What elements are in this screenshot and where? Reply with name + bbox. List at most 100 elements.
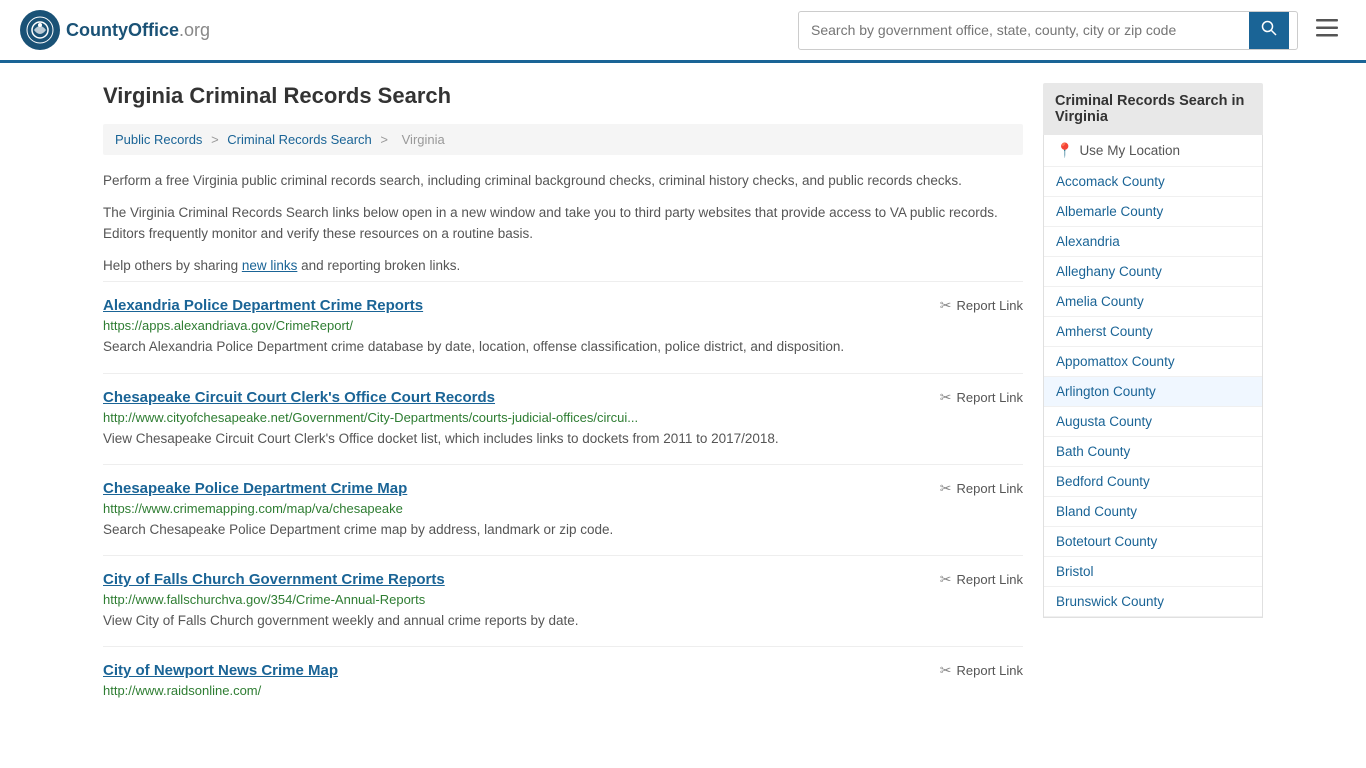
header-right [798,11,1346,50]
sidebar-item-bristol[interactable]: Bristol [1044,557,1262,587]
result-url-2[interactable]: https://www.crimemapping.com/map/va/ches… [103,501,1023,516]
report-link-2[interactable]: ✂ Report Link [940,480,1023,497]
menu-button[interactable] [1308,13,1346,47]
result-item: Alexandria Police Department Crime Repor… [103,281,1023,372]
content-area: Virginia Criminal Records Search Public … [103,83,1023,717]
sidebar-link-6[interactable]: Appomattox County [1056,354,1175,369]
search-button[interactable] [1249,12,1289,49]
new-links-link[interactable]: new links [242,258,298,273]
result-item: Chesapeake Police Department Crime Map ✂… [103,464,1023,555]
sidebar-item-arlington-county[interactable]: Arlington County [1044,377,1262,407]
sidebar-item-bath-county[interactable]: Bath County [1044,437,1262,467]
result-desc-2: Search Chesapeake Police Department crim… [103,520,1023,540]
breadcrumb-virginia: Virginia [402,132,445,147]
result-header-3: City of Falls Church Government Crime Re… [103,571,1023,588]
result-header-4: City of Newport News Crime Map ✂ Report … [103,662,1023,679]
result-item: City of Falls Church Government Crime Re… [103,555,1023,646]
breadcrumb-public-records[interactable]: Public Records [115,132,202,147]
logo-name: CountyOffice [66,20,179,40]
report-link-0[interactable]: ✂ Report Link [940,297,1023,314]
main-container: Virginia Criminal Records Search Public … [83,63,1283,737]
sidebar-item-appomattox-county[interactable]: Appomattox County [1044,347,1262,377]
sidebar-link-7[interactable]: Arlington County [1056,384,1156,399]
report-label-1: Report Link [957,390,1023,405]
site-header: CountyOffice.org [0,0,1366,63]
sidebar-list: 📍 Use My Location Accomack County Albemar… [1043,135,1263,618]
result-title-0[interactable]: Alexandria Police Department Crime Repor… [103,297,423,314]
result-title-4[interactable]: City of Newport News Crime Map [103,662,338,679]
logo-tld: .org [179,20,210,40]
desc3-prefix: Help others by sharing [103,258,242,273]
result-url-0[interactable]: https://apps.alexandriava.gov/CrimeRepor… [103,318,1023,333]
result-url-3[interactable]: http://www.fallschurchva.gov/354/Crime-A… [103,592,1023,607]
sidebar-items: Accomack County Albemarle County Alexandri… [1044,167,1262,617]
use-my-location[interactable]: 📍 Use My Location [1044,135,1262,167]
sidebar-link-3[interactable]: Alleghany County [1056,264,1162,279]
breadcrumb-criminal-records[interactable]: Criminal Records Search [227,132,372,147]
sidebar-link-11[interactable]: Bland County [1056,504,1137,519]
result-desc-0: Search Alexandria Police Department crim… [103,337,1023,357]
description-1: Perform a free Virginia public criminal … [103,170,1023,192]
sidebar-link-2[interactable]: Alexandria [1056,234,1120,249]
sidebar-link-9[interactable]: Bath County [1056,444,1130,459]
report-icon-3: ✂ [940,571,952,588]
result-header-0: Alexandria Police Department Crime Repor… [103,297,1023,314]
report-icon-0: ✂ [940,297,952,314]
search-bar [798,11,1298,50]
breadcrumb-sep-2: > [380,132,391,147]
result-header-2: Chesapeake Police Department Crime Map ✂… [103,480,1023,497]
result-url-1[interactable]: http://www.cityofchesapeake.net/Governme… [103,410,1023,425]
sidebar-item-alexandria[interactable]: Alexandria [1044,227,1262,257]
report-label-3: Report Link [957,572,1023,587]
sidebar-item-alleghany-county[interactable]: Alleghany County [1044,257,1262,287]
sidebar-link-12[interactable]: Botetourt County [1056,534,1157,549]
sidebar-item-albemarle-county[interactable]: Albemarle County [1044,197,1262,227]
result-title-2[interactable]: Chesapeake Police Department Crime Map [103,480,407,497]
sidebar-item-amherst-county[interactable]: Amherst County [1044,317,1262,347]
location-label: Use My Location [1079,143,1180,158]
result-desc-3: View City of Falls Church government wee… [103,611,1023,631]
result-item: Chesapeake Circuit Court Clerk's Office … [103,373,1023,464]
sidebar-item-augusta-county[interactable]: Augusta County [1044,407,1262,437]
result-header-1: Chesapeake Circuit Court Clerk's Office … [103,389,1023,406]
sidebar-link-4[interactable]: Amelia County [1056,294,1144,309]
location-icon: 📍 [1056,142,1073,159]
result-title-3[interactable]: City of Falls Church Government Crime Re… [103,571,445,588]
breadcrumb-sep-1: > [211,132,222,147]
sidebar-link-13[interactable]: Bristol [1056,564,1094,579]
result-title-1[interactable]: Chesapeake Circuit Court Clerk's Office … [103,389,495,406]
sidebar-item-bland-county[interactable]: Bland County [1044,497,1262,527]
sidebar-item-accomack-county[interactable]: Accomack County [1044,167,1262,197]
sidebar-item-botetourt-county[interactable]: Botetourt County [1044,527,1262,557]
sidebar-item-brunswick-county[interactable]: Brunswick County [1044,587,1262,617]
report-link-3[interactable]: ✂ Report Link [940,571,1023,588]
report-icon-1: ✂ [940,389,952,406]
report-link-1[interactable]: ✂ Report Link [940,389,1023,406]
sidebar-link-14[interactable]: Brunswick County [1056,594,1164,609]
logo-text: CountyOffice.org [66,20,210,41]
result-url-4[interactable]: http://www.raidsonline.com/ [103,683,1023,698]
result-item: City of Newport News Crime Map ✂ Report … [103,646,1023,717]
sidebar-item-amelia-county[interactable]: Amelia County [1044,287,1262,317]
report-link-4[interactable]: ✂ Report Link [940,662,1023,679]
result-desc-1: View Chesapeake Circuit Court Clerk's Of… [103,429,1023,449]
breadcrumb: Public Records > Criminal Records Search… [103,124,1023,155]
description-3: Help others by sharing new links and rep… [103,255,1023,277]
report-label-0: Report Link [957,298,1023,313]
report-label-2: Report Link [957,481,1023,496]
report-icon-2: ✂ [940,480,952,497]
sidebar-link-0[interactable]: Accomack County [1056,174,1165,189]
page-title: Virginia Criminal Records Search [103,83,1023,109]
sidebar-link-10[interactable]: Bedford County [1056,474,1150,489]
report-label-4: Report Link [957,663,1023,678]
sidebar-link-5[interactable]: Amherst County [1056,324,1153,339]
results-list: Alexandria Police Department Crime Repor… [103,281,1023,717]
sidebar-title: Criminal Records Search in Virginia [1043,83,1263,135]
sidebar-link-8[interactable]: Augusta County [1056,414,1152,429]
logo-area: CountyOffice.org [20,10,210,50]
search-input[interactable] [799,14,1249,46]
sidebar-item-bedford-county[interactable]: Bedford County [1044,467,1262,497]
description-2: The Virginia Criminal Records Search lin… [103,202,1023,245]
report-icon-4: ✂ [940,662,952,679]
sidebar-link-1[interactable]: Albemarle County [1056,204,1163,219]
